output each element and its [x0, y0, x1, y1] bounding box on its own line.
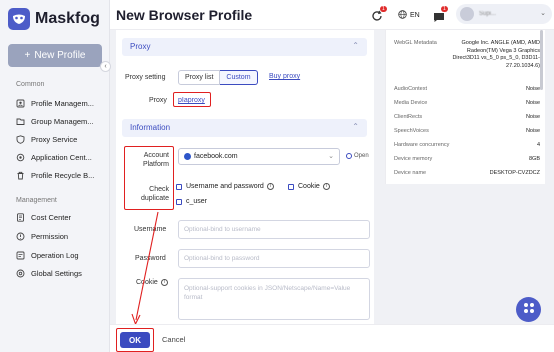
fingerprint-row: Device name DESKTOP-CVZDCZ [394, 170, 540, 176]
nav-section-common: Common [16, 81, 45, 88]
document-icon [16, 212, 25, 222]
fingerprint-key: Media Device [394, 100, 428, 106]
collapse-sidebar-button[interactable]: ‹ [100, 61, 111, 72]
fingerprint-row: Media Device Noise [394, 100, 540, 106]
fingerprint-value: 8GB [528, 156, 540, 162]
fingerprint-key: WebGL Metadata [394, 40, 437, 46]
app-name: Maskfog [35, 10, 100, 27]
sidebar-item-profile-recycle-bin[interactable]: Profile Recycle B... [16, 168, 94, 182]
floating-apps-button[interactable] [516, 297, 541, 322]
folder-icon [16, 117, 25, 126]
annotation-highlight-ok [116, 328, 154, 352]
sidebar: Maskfog + New Profile ‹ Common Profile M… [0, 0, 111, 352]
globe-icon [398, 10, 407, 21]
fingerprint-key: Hardware concurrency [394, 142, 450, 148]
fingerprint-row: Hardware concurrency 4 [394, 142, 540, 148]
fingerprint-key: ClientRects [394, 114, 423, 120]
plus-icon: + [24, 50, 31, 61]
fingerprint-key: AudioContext [394, 86, 428, 92]
sidebar-item-profile-management[interactable]: Profile Managem... [16, 96, 94, 110]
sidebar-item-application-center[interactable]: Application Cent... [16, 150, 92, 164]
sidebar-item-cost-center[interactable]: Cost Center [16, 210, 71, 224]
shield-icon [16, 134, 25, 144]
settings-icon [16, 269, 25, 278]
fingerprint-value: Google Inc. ANGLE (AMD, AMD Radeon(TM) V… [452, 40, 540, 69]
username: Supi... [479, 11, 497, 17]
panel-scrollbar[interactable] [540, 30, 543, 90]
language-label: EN [410, 12, 420, 19]
fingerprint-value: Noise [525, 114, 540, 120]
new-profile-label: New Profile [34, 50, 86, 61]
sidebar-item-label: Cost Center [31, 212, 72, 222]
cancel-button[interactable]: Cancel [162, 335, 185, 344]
new-profile-button[interactable]: + New Profile [8, 44, 102, 67]
sidebar-item-proxy-service[interactable]: Proxy Service [16, 132, 77, 146]
user-menu[interactable]: Supi... ⌄ [456, 4, 552, 24]
message-badge: 1 [441, 6, 448, 12]
annotation-arrow [131, 211, 159, 324]
fingerprint-value: DESKTOP-CVZDCZ [489, 170, 540, 176]
sidebar-item-label: Permission [31, 231, 69, 241]
fingerprint-row: SpeechVoices Noise [394, 128, 540, 134]
sidebar-item-label: Profile Recycle B... [31, 170, 95, 180]
sidebar-item-permission[interactable]: Permission [16, 229, 68, 243]
profile-form: Proxy ⌃ Proxy setting Proxy list Custom … [116, 30, 374, 324]
fingerprint-row: WebGL Metadata Google Inc. ANGLE (AMD, A… [394, 40, 540, 70]
maskfog-logo-icon [8, 8, 30, 30]
fingerprint-value: Noise [525, 128, 540, 134]
fingerprint-row: ClientRects Noise [394, 114, 540, 120]
permission-icon [16, 232, 25, 241]
gear-icon [16, 153, 25, 162]
language-selector[interactable]: EN [398, 10, 420, 21]
chevron-left-icon: ‹ [104, 63, 107, 70]
fingerprint-value: Noise [525, 86, 540, 92]
sidebar-item-label: Global Settings [31, 268, 82, 278]
fingerprint-row: Device memory 8GB [394, 156, 540, 162]
sync-badge: 1 [380, 6, 387, 12]
top-header: New Browser Profile 1 EN 1 Supi... ⌄ [110, 0, 554, 30]
avatar [460, 7, 474, 21]
sidebar-item-global-settings[interactable]: Global Settings [16, 266, 82, 280]
sidebar-item-label: Application Cent... [31, 152, 92, 162]
sidebar-item-group-management[interactable]: Group Managem... [16, 114, 94, 128]
page-title: New Browser Profile [116, 7, 253, 23]
nav-section-management: Management [16, 197, 57, 204]
sidebar-item-label: Operation Log [31, 250, 79, 260]
sidebar-item-label: Proxy Service [31, 134, 78, 144]
sidebar-item-label: Profile Managem... [31, 98, 94, 108]
app-logo[interactable]: Maskfog [8, 8, 100, 30]
fingerprint-value: 4 [536, 142, 540, 148]
fingerprint-panel: WebGL Metadata Google Inc. ANGLE (AMD, A… [385, 30, 545, 184]
form-footer: OK Cancel [110, 324, 554, 352]
fingerprint-key: SpeechVoices [394, 128, 429, 134]
log-icon [16, 251, 25, 260]
fingerprint-row: AudioContext Noise [394, 86, 540, 92]
profile-icon [16, 99, 25, 108]
fingerprint-value: Noise [525, 100, 540, 106]
sidebar-item-operation-log[interactable]: Operation Log [16, 248, 79, 262]
fingerprint-key: Device name [394, 170, 427, 176]
trash-icon [16, 171, 25, 180]
fingerprint-key: Device memory [394, 156, 433, 162]
chevron-down-icon: ⌄ [540, 10, 546, 17]
grid-icon [523, 301, 535, 319]
sidebar-item-label: Group Managem... [31, 116, 94, 126]
